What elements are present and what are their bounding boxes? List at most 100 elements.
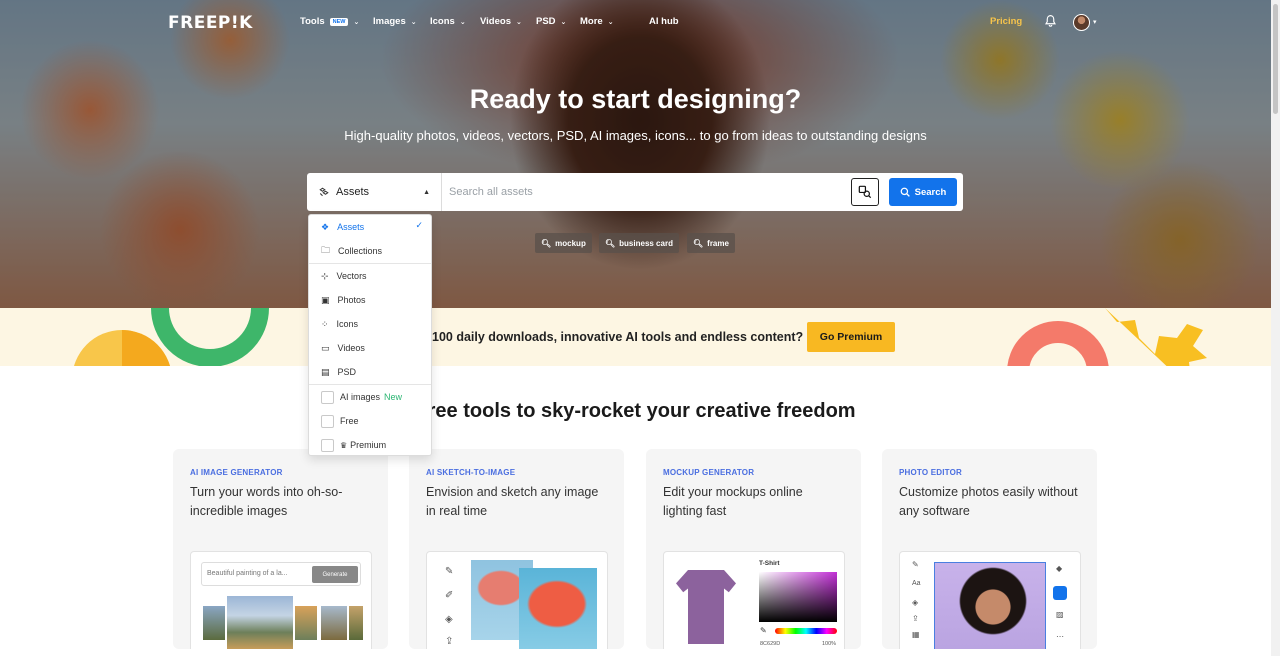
tag-chip[interactable]: 🔍︎ frame — [687, 233, 735, 253]
card-kicker: PHOTO EDITOR — [899, 468, 963, 477]
upload-icon: ⇪ — [912, 614, 919, 623]
thumbnail-image — [321, 606, 347, 640]
dropdown-item-videos[interactable]: ▭ Videos — [309, 336, 431, 360]
nav-item-videos[interactable]: Videos ⌄ — [480, 16, 522, 27]
pricing-link[interactable]: Pricing — [990, 16, 1022, 27]
chevron-down-icon: ⌄ — [459, 18, 466, 26]
mountain-painting-image — [227, 596, 293, 649]
search-button-label: Search — [914, 186, 947, 198]
caret-up-icon: ▲ — [423, 189, 430, 196]
panel-title: T-Shirt — [759, 560, 780, 567]
nav-item-images[interactable]: Images ⌄ — [373, 16, 417, 27]
shapes-icon: ◈ — [912, 598, 919, 607]
nav-item-icons[interactable]: Icons ⌄ — [430, 16, 466, 27]
grid-icon: ▦ — [912, 630, 920, 639]
filter-label: Free — [340, 416, 359, 426]
image-tool-icon — [1053, 586, 1067, 600]
nav-item-more[interactable]: More ⌄ — [580, 16, 614, 27]
tool-card-ai-sketch-to-image[interactable]: AI SKETCH-TO-IMAGE Envision and sketch a… — [409, 449, 624, 649]
filter-label: Premium — [350, 440, 387, 450]
ai-images-checkbox[interactable] — [321, 390, 334, 404]
image-search-icon — [858, 185, 872, 199]
tool-card-ai-image-generator[interactable]: AI IMAGE GENERATOR Turn your words into … — [173, 449, 388, 649]
tag-label: business card — [619, 238, 673, 248]
search-bar: Assets ▲ Search — [307, 173, 963, 211]
folder-icon: 🗀︎ — [321, 245, 331, 255]
card-description: Edit your mockups online lighting fast — [663, 485, 803, 518]
tag-chip[interactable]: 🔍︎ mockup — [535, 233, 592, 253]
page-scrollbar[interactable] — [1271, 0, 1280, 656]
dropdown-item-photos[interactable]: ▣ Photos — [309, 288, 431, 312]
nav-item-ai-hub[interactable]: AI hub — [649, 16, 679, 27]
asset-type-select[interactable]: Assets ▲ — [307, 173, 442, 211]
psd-icon: ▤ — [321, 366, 330, 377]
nav-item-label: Icons — [430, 16, 455, 27]
nav-item-label: Images — [373, 16, 406, 27]
page-title: Ready to start designing? — [469, 84, 802, 114]
card-preview: T-Shirt ✎ 8C629D 100% — [663, 551, 845, 649]
tag-label: frame — [707, 238, 729, 248]
dropdown-item-label: Vectors — [336, 271, 367, 281]
crown-icon: ♛ — [340, 440, 348, 450]
card-kicker: AI IMAGE GENERATOR — [190, 468, 283, 477]
filter-premium[interactable]: ♛ Premium — [309, 433, 431, 457]
shapes-icon: ◈ — [445, 614, 453, 625]
card-preview: ✎ ✐ ◈ ⇪ — [426, 551, 608, 649]
check-icon: ✓ — [415, 220, 423, 230]
tag-chip[interactable]: 🔍︎ business card — [599, 233, 679, 253]
free-checkbox[interactable] — [321, 414, 334, 428]
photo-icon: ▣ — [321, 294, 330, 305]
thumbnail-image — [203, 606, 225, 640]
prompt-field: Beautiful painting of a la... Generate — [201, 562, 361, 586]
search-icon — [900, 187, 910, 197]
scrollbar-thumb[interactable] — [1273, 4, 1278, 114]
bell-icon[interactable] — [1044, 14, 1057, 27]
dropdown-item-label: Videos — [337, 343, 365, 353]
dropdown-item-collections[interactable]: 🗀︎ Collections — [309, 239, 431, 263]
dropdown-item-label: Icons — [336, 319, 359, 329]
nav-item-label: PSD — [536, 16, 556, 27]
card-preview: Beautiful painting of a la... Generate — [190, 551, 372, 649]
texture-icon: ▨ — [1056, 610, 1064, 619]
dropdown-item-icons[interactable]: ⁘ Icons — [309, 312, 431, 336]
page-subtitle: High-quality photos, videos, vectors, PS… — [344, 128, 927, 143]
freepik-logo[interactable]: FREEP!K — [168, 13, 253, 33]
filter-free[interactable]: Free — [309, 409, 431, 433]
chevron-down-icon: ⌄ — [410, 18, 417, 26]
card-description: Envision and sketch any image in real ti… — [426, 485, 599, 518]
pencil-icon: ✎ — [912, 560, 919, 569]
hero-background — [0, 0, 1271, 308]
premium-checkbox[interactable] — [321, 438, 334, 452]
card-description: Turn your words into oh-so-incredible im… — [190, 485, 343, 518]
visual-search-button[interactable] — [851, 178, 879, 206]
dropdown-item-vectors[interactable]: ⊹ Vectors — [309, 264, 431, 288]
chevron-down-icon[interactable]: ▾ — [1093, 18, 1097, 26]
text-icon: Aa — [912, 580, 921, 587]
search-button[interactable]: Search — [889, 178, 957, 206]
avatar[interactable] — [1073, 14, 1090, 31]
generate-button: Generate — [312, 566, 358, 583]
edited-portrait-image — [934, 562, 1046, 649]
asset-type-label: Assets — [336, 186, 370, 198]
go-premium-button[interactable]: Go Premium — [807, 322, 895, 352]
nav-item-psd[interactable]: PSD ⌄ — [536, 16, 566, 27]
opacity-value: 100% — [822, 641, 837, 647]
dropdown-item-assets[interactable]: ❖ Assets ✓ — [309, 215, 431, 239]
chevron-down-icon: ⌄ — [353, 18, 360, 26]
card-description: Customize photos easily without any soft… — [899, 485, 1078, 518]
search-icon: 🔍︎ — [693, 238, 704, 248]
tag-label: mockup — [555, 238, 586, 248]
tool-card-mockup-generator[interactable]: MOCKUP GENERATOR Edit your mockups onlin… — [646, 449, 861, 649]
search-input[interactable] — [442, 173, 963, 211]
dropdown-item-psd[interactable]: ▤ PSD — [309, 360, 431, 384]
filter-ai-images[interactable]: AI images New — [309, 385, 431, 409]
nav-item-tools[interactable]: Tools NEW ⌄ — [300, 16, 359, 27]
assets-icon — [319, 187, 329, 197]
vector-icon: ⊹ — [321, 270, 329, 281]
tool-card-photo-editor[interactable]: PHOTO EDITOR Customize photos easily wit… — [882, 449, 1097, 649]
card-preview: ✎ Aa ◈ ⇪ ▦ ◆ ▨ ⋯ — [899, 551, 1081, 649]
filter-label: AI images — [340, 392, 381, 402]
asset-type-dropdown: ❖ Assets ✓ 🗀︎ Collections ⊹ Vectors ▣ Ph… — [308, 214, 432, 456]
dropdown-item-label: PSD — [337, 367, 357, 377]
chevron-down-icon: ⌄ — [515, 18, 522, 26]
